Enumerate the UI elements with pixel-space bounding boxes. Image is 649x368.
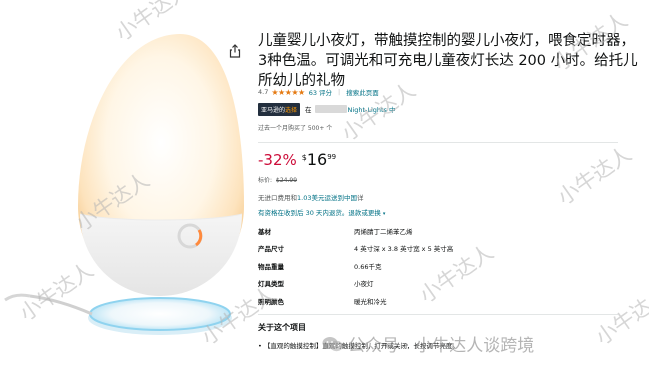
spec-key: 灯具类型 — [258, 280, 284, 289]
spec-row: 基材 丙烯腈丁二烯苯乙烯 — [258, 222, 453, 240]
import-suffix: 详 — [356, 194, 364, 202]
badge-prefix: 亚马逊的 — [261, 106, 286, 114]
shipping-link[interactable]: 1.03美元运送到中国 — [297, 194, 357, 202]
redacted-text — [314, 105, 347, 113]
spec-key: 物品重量 — [258, 262, 284, 271]
search-page-link[interactable]: 搜索此页面 — [346, 87, 379, 97]
specs-table: 基材 丙烯腈丁二烯苯乙烯产品尺寸 4 英寸深 x 3.8 英寸宽 x 5 英寸高物品… — [258, 222, 453, 310]
divider: | — [338, 88, 341, 96]
bought-count: 过去一个月购买了 500+ 个 — [258, 125, 333, 132]
spec-value: 4 英寸深 x 3.8 英寸宽 x 5 英寸高 — [354, 245, 454, 254]
import-prefix: 无进口费用和 — [258, 194, 297, 202]
chevron-down-icon: ▾ — [382, 211, 386, 217]
list-price-label: 标价: — [258, 177, 273, 184]
about-bullet: • 【直观的触摸控制】直观的触摸控制，打开或关闭，长按调节亮度。 — [258, 342, 459, 350]
night-lamp-image — [4, 34, 244, 335]
spec-value: 小夜灯 — [354, 280, 374, 289]
divider — [258, 314, 618, 315]
about-title: 关于这个项目 — [258, 323, 306, 332]
badge-row: 亚马逊的选择 在 Night-Lights 中 — [258, 102, 396, 116]
spec-key: 照明颜色 — [258, 297, 284, 306]
return-policy-link[interactable]: 有资格在收到后 30 天内退货。退款或更换 ▾ — [258, 207, 385, 217]
import-fee-row: 无进口费用和1.03美元运送到中国详 — [258, 192, 363, 202]
product-image[interactable] — [0, 0, 250, 368]
price-fraction: 99 — [327, 153, 337, 161]
return-text: 有资格在收到后 30 天内退货。退款或更换 — [258, 209, 381, 217]
list-price: 标价: $24.99 — [258, 175, 297, 184]
review-count-link[interactable]: 63 评分 — [309, 87, 332, 97]
spec-key: 产品尺寸 — [258, 245, 284, 254]
list-price-value: $24.99 — [276, 177, 298, 184]
spec-row: 灯具类型 小夜灯 — [258, 275, 453, 293]
rating-row: 4.7 ★★★★★ 63 评分 | 搜索此页面 — [258, 86, 385, 98]
spec-value: 丙烯腈丁二烯苯乙烯 — [354, 227, 413, 236]
rating-value: 4.7 — [258, 88, 269, 96]
spec-row: 物品重量 0.66千克 — [258, 257, 453, 275]
spec-row: 产品尺寸 4 英寸深 x 3.8 英寸宽 x 5 英寸高 — [258, 240, 453, 258]
spec-value: 暖光和冷光 — [354, 297, 387, 306]
watermark: 小牛达人 — [553, 141, 636, 210]
amazon-choice-badge[interactable]: 亚马逊的选择 — [258, 102, 301, 116]
spec-key: 基材 — [258, 227, 271, 236]
price-whole: 16 — [306, 150, 328, 169]
discount-percent: -32% — [258, 151, 297, 169]
product-title: 儿童婴儿小夜灯，带触摸控制的婴儿小夜灯，喂食定时器，3种色温。可调光和可充电儿童… — [258, 33, 638, 89]
spec-row: 照明颜色 暖光和冷光 — [258, 292, 453, 310]
badge-accent: 选择 — [285, 106, 298, 114]
star-rating-icon[interactable]: ★★★★★ — [271, 88, 305, 97]
divider — [258, 142, 618, 143]
share-icon[interactable] — [229, 44, 241, 58]
price-row: -32% $ 16 99 — [258, 150, 336, 170]
spec-value: 0.66千克 — [354, 262, 382, 271]
category-link[interactable]: Night-Lights 中 — [348, 104, 396, 114]
badge-in-label: 在 — [305, 106, 312, 114]
